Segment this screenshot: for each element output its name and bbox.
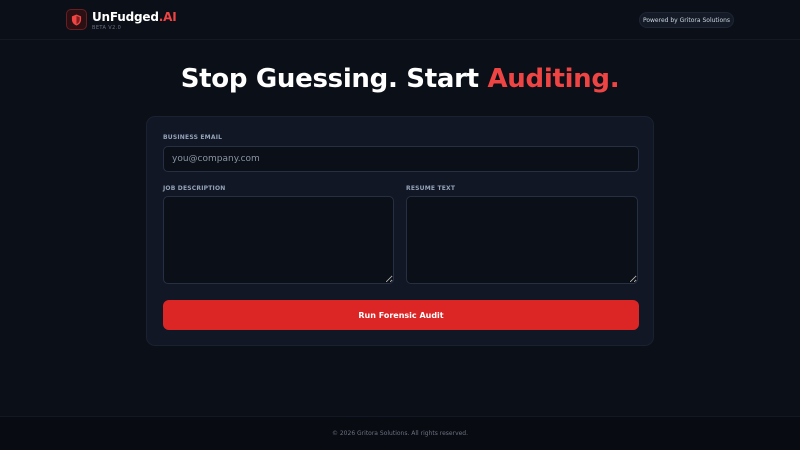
run-audit-button[interactable]: Run Forensic Audit (163, 300, 639, 330)
hero-accent: Auditing. (487, 64, 620, 94)
brand-accent: .AI (158, 10, 177, 24)
shield-icon (71, 14, 82, 25)
copyright-text: © 2026 Gritora Solutions. All rights res… (331, 430, 469, 437)
brand-name: UnFudged.AI (92, 10, 177, 24)
email-label: BUSINESS EMAIL (163, 134, 223, 141)
brand-main: UnFudged (92, 10, 159, 24)
logo (66, 9, 87, 30)
resume-text-label: RESUME TEXT (406, 185, 456, 192)
hero-main: Stop Guessing. Start (180, 64, 488, 94)
job-description-label: JOB DESCRIPTION (163, 185, 226, 192)
footer: © 2026 Gritora Solutions. All rights res… (0, 416, 800, 450)
email-field[interactable] (163, 146, 639, 172)
resume-text-input[interactable] (406, 196, 638, 284)
page: UnFudged.AI BETA V2.0 Powered by Gritora… (0, 0, 800, 450)
header: UnFudged.AI BETA V2.0 Powered by Gritora… (0, 0, 800, 40)
audit-form-card: BUSINESS EMAIL JOB DESCRIPTION RESUME TE… (146, 116, 654, 346)
hero-title: Stop Guessing. Start Auditing. (0, 64, 800, 94)
powered-by-badge: Powered by Gritora Solutions (639, 12, 734, 28)
job-description-input[interactable] (163, 196, 394, 284)
version-badge: BETA V2.0 (92, 25, 122, 31)
